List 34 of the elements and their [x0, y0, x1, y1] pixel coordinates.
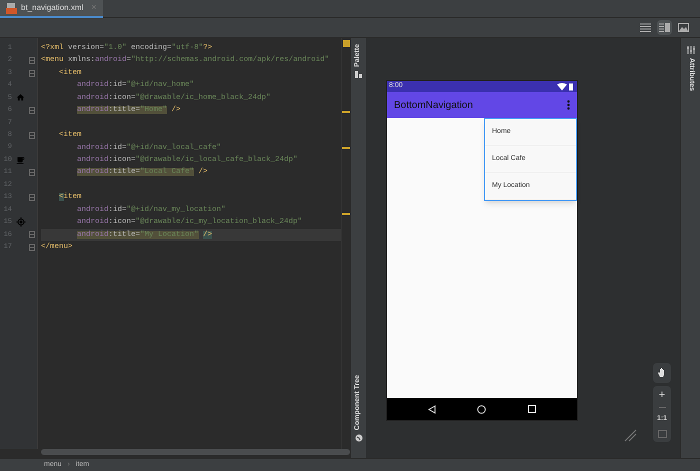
- change-marker[interactable]: [342, 147, 350, 149]
- horizontal-scrollbar[interactable]: [41, 449, 350, 455]
- app-title: BottomNavigation: [394, 98, 473, 112]
- fold-marker-icon[interactable]: [29, 231, 35, 238]
- overflow-menu-icon[interactable]: [567, 100, 570, 110]
- fold-marker-icon[interactable]: [29, 106, 35, 114]
- file-name: bt_navigation.xml: [21, 2, 84, 14]
- hand-icon[interactable]: [658, 368, 666, 378]
- crosshair-icon: [16, 217, 26, 228]
- fold-marker-icon[interactable]: [29, 194, 35, 201]
- change-marker[interactable]: [342, 213, 350, 215]
- sliders-icon: [686, 46, 694, 54]
- fold-marker-icon[interactable]: [29, 57, 35, 64]
- zoom-in-button[interactable]: +: [658, 390, 666, 400]
- status-marker[interactable]: [342, 40, 350, 47]
- fold-marker-icon[interactable]: [29, 169, 35, 176]
- fit-screen-icon[interactable]: [658, 430, 666, 438]
- palette-icon: [355, 70, 362, 78]
- home-icon[interactable]: [477, 404, 486, 414]
- fold-marker-icon[interactable]: [29, 70, 35, 77]
- home-icon: [16, 93, 25, 102]
- globe-icon: [354, 434, 362, 442]
- back-icon[interactable]: [428, 404, 436, 414]
- file-tab[interactable]: bt_navigation.xml ×: [0, 0, 103, 18]
- change-marker[interactable]: [342, 111, 350, 113]
- xml-file-icon: [6, 2, 17, 14]
- fold-marker-icon[interactable]: [29, 244, 35, 251]
- fold-marker-icon[interactable]: [29, 132, 35, 139]
- cup-icon: [16, 156, 25, 165]
- recents-icon[interactable]: [528, 405, 536, 413]
- wifi-battery-icon: [557, 82, 575, 90]
- resize-handle-icon[interactable]: [624, 429, 637, 442]
- image-view-icon[interactable]: [676, 20, 691, 35]
- split-view-icon[interactable]: [657, 20, 672, 35]
